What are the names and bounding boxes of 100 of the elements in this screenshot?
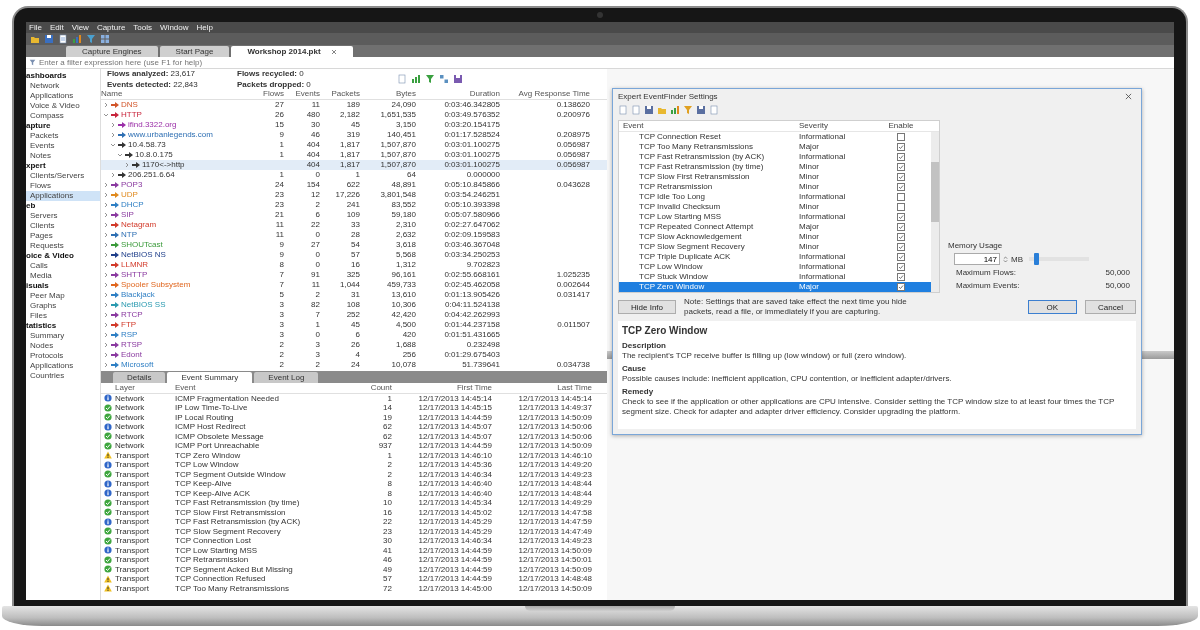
list-row[interactable]: TCP Connection Reset Informational [619,132,931,142]
column-header[interactable]: Event [175,383,345,393]
checkbox[interactable] [897,233,905,241]
scrollbar[interactable] [931,132,939,292]
save-icon[interactable] [453,74,463,84]
list-row[interactable]: TCP Slow First Retransmission Minor [619,172,931,182]
column-header[interactable]: First Time [395,383,495,393]
table-row[interactable]: RTCP 3 7 252 42,420 0:04:42.262993 [101,310,607,320]
table-row[interactable]: POP3 24 154 622 48,891 0:05:10.845866 0.043628 [101,180,607,190]
table-row[interactable]: Blackjack 5 2 31 13,610 0:01:13.905426 0.031417 [101,290,607,300]
chevron-right-icon[interactable] [103,322,109,328]
checkbox[interactable] [897,133,905,141]
list-row[interactable]: TCP Slow Acknowledgement Minor [619,232,931,242]
sidebar-item[interactable]: Compass [26,111,100,121]
document-tab[interactable]: Start Page [159,46,230,57]
column-header[interactable]: Avg Response Time [503,89,593,99]
chevron-right-icon[interactable] [103,262,109,268]
sidebar-item[interactable]: Notes [26,151,100,161]
table-row[interactable]: Microsoft 2 2 24 10,078 51.739641 0.034738 [101,360,607,370]
menu-item[interactable]: Capture [96,22,126,33]
chevron-right-icon[interactable] [110,132,116,138]
close-icon[interactable] [1125,92,1132,100]
list-row[interactable]: TCP Zero Window Major [619,282,931,292]
slider-thumb[interactable] [1033,253,1039,265]
column-header[interactable]: Event [619,121,799,131]
checkbox[interactable] [897,283,905,291]
table-row[interactable]: NTP 11 0 28 2,632 0:02:09.159583 [101,230,607,240]
sidebar-item[interactable]: Files [26,311,100,321]
sidebar-item[interactable]: Nodes [26,341,100,351]
list-row[interactable]: TCP Too Many Retransmissions Major [619,142,931,152]
chevron-right-icon[interactable] [103,202,109,208]
chevron-right-icon[interactable] [103,302,109,308]
menu-item[interactable]: Window [160,22,189,33]
menu-item[interactable]: Help [196,22,213,33]
checkbox[interactable] [897,223,905,231]
sidebar-item[interactable]: Protocols [26,351,100,361]
chevron-right-icon[interactable] [103,192,109,198]
sidebar-item[interactable]: Graphs [26,301,100,311]
menu-item[interactable]: File [29,22,42,33]
column-header[interactable]: Last Time [495,383,595,393]
column-header[interactable]: Enable [879,121,923,131]
sidebar-item[interactable]: Applications [26,361,100,371]
list-row[interactable]: TCP Repeated Connect Attempt Major [619,222,931,232]
chevron-down-icon[interactable] [110,142,116,148]
chevron-right-icon[interactable] [103,282,109,288]
sidebar-item[interactable]: Network [26,81,100,91]
table-row[interactable]: 10.8.0.175 1 404 1,817 1,507,870 0:03:01.100275 0.056987 [101,150,607,160]
table-row[interactable]: 206.251.6.64 1 0 1 64 0.000000 [101,170,607,180]
table-row[interactable]: FTP 3 1 45 4,500 0:01:44.237158 0.011507 [101,320,607,330]
ok-button[interactable]: OK [1027,300,1078,314]
document-tab[interactable]: Capture Engines [66,46,158,57]
tab[interactable]: Event Log [254,372,319,383]
close-icon[interactable] [330,48,337,55]
sidebar-item[interactable]: Voice & Video [26,101,100,111]
chevron-right-icon[interactable] [103,342,109,348]
hide-info-button[interactable]: Hide Info [618,300,677,314]
list-row[interactable]: TCP Idle Too Long Informational [619,192,931,202]
list-row[interactable]: TCP Low Window Informational [619,262,931,272]
menu-item[interactable]: Edit [49,22,64,33]
column-header[interactable]: Count [345,383,395,393]
chevron-right-icon[interactable] [103,312,109,318]
chevron-right-icon[interactable] [103,222,109,228]
menu-item[interactable]: View [71,22,89,33]
chevron-right-icon[interactable] [103,332,109,338]
checkbox[interactable] [897,183,905,191]
sidebar-item[interactable]: Events [26,141,100,151]
chevron-right-icon[interactable] [103,232,109,238]
table-row[interactable]: ifind.3322.org 15 30 45 3,150 0:03:20.154175 [101,120,607,130]
table-row[interactable]: 10.4.58.73 1 404 1,817 1,507,870 0:03:01.100275 0.056987 [101,140,607,150]
spinner-arrows-icon[interactable] [1003,254,1008,264]
chevron-right-icon[interactable] [124,162,130,168]
checkbox[interactable] [897,243,905,251]
cancel-button[interactable]: Cancel [1085,300,1136,314]
chevron-right-icon[interactable] [110,172,116,178]
list-row[interactable]: TCP Fast Retransmission (by time) Minor [619,162,931,172]
sidebar-item[interactable]: Media [26,271,100,281]
column-header[interactable]: Events [287,89,323,99]
document-icon[interactable] [58,34,68,44]
list-row[interactable]: TCP Triple Duplicate ACK Informational [619,252,931,262]
chevron-right-icon[interactable] [103,362,109,368]
checkbox[interactable] [897,153,905,161]
menu-item[interactable]: Tools [133,22,153,33]
checkbox[interactable] [897,203,905,211]
table-row[interactable]: RSP 3 0 6 420 0:01:51.431665 [101,330,607,340]
sidebar-item[interactable]: Calls [26,261,100,271]
table-row[interactable]: Edont 2 3 4 256 0:01:29.675403 [101,350,607,360]
filter-icon[interactable] [425,74,435,84]
column-header[interactable]: Severity [799,121,879,131]
chevron-right-icon[interactable] [110,122,116,128]
sidebar-item[interactable]: Pages [26,231,100,241]
table-row[interactable]: 1170<->http 404 1,817 1,507,870 0:03:01.100275 0.056987 [101,160,607,170]
column-header[interactable]: Flows [251,89,287,99]
checkbox[interactable] [897,273,905,281]
filter-icon[interactable] [683,105,693,115]
checkbox[interactable] [897,163,905,171]
chevron-down-icon[interactable] [117,152,123,158]
sidebar-item[interactable]: Requests [26,241,100,251]
checkbox[interactable] [897,213,905,221]
table-row[interactable]: NetBIOS SS 3 82 108 10,306 0:04:11.524138 [101,300,607,310]
tab[interactable]: Details [113,372,166,383]
